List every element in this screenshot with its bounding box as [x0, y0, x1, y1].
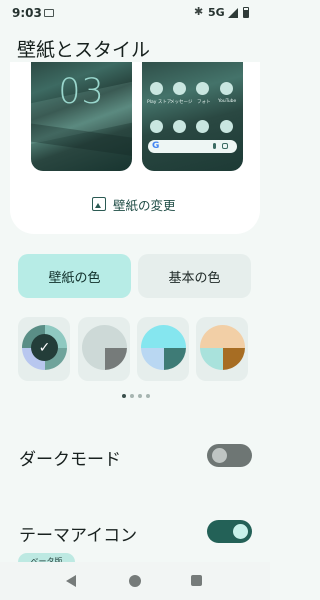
- themed-icons-toggle[interactable]: [207, 520, 252, 543]
- toggle-knob: [233, 524, 248, 539]
- themed-icons-label: テーマアイコン: [19, 526, 138, 546]
- app-label: YouTube: [218, 99, 237, 104]
- notification-icon: [44, 9, 54, 17]
- phone-icon: [150, 120, 163, 133]
- battery-icon: [243, 7, 249, 18]
- google-logo: G: [152, 141, 160, 151]
- signal-icon: [228, 8, 238, 18]
- wallpaper-preview-card: 03 Play ストア メッセージ フォト YouTube G 壁紙の変更: [10, 62, 260, 234]
- back-icon[interactable]: [66, 575, 76, 587]
- wallpaper-icon: [92, 197, 106, 211]
- page-dot: [146, 394, 150, 398]
- chrome-icon: [220, 120, 233, 133]
- home-screen-preview[interactable]: Play ストア メッセージ フォト YouTube G: [142, 62, 243, 171]
- photos-icon: [196, 82, 209, 95]
- color-option-4[interactable]: [196, 317, 248, 381]
- recents-icon[interactable]: [191, 575, 202, 586]
- status-bar: 9:03 ✱ 5G: [0, 0, 270, 28]
- color-swatch: [200, 325, 245, 370]
- lock-clock: 03: [58, 72, 105, 112]
- page-dot: [122, 394, 126, 398]
- network-type: 5G: [208, 6, 225, 19]
- lock-screen-preview[interactable]: 03: [31, 62, 132, 171]
- search-bar: G: [148, 140, 237, 153]
- lens-icon: [222, 143, 228, 149]
- color-option-2[interactable]: [78, 317, 130, 381]
- dark-mode-label: ダークモード: [19, 450, 121, 470]
- home-icon[interactable]: [129, 575, 141, 587]
- color-option-3[interactable]: [137, 317, 189, 381]
- bluetooth-icon: ✱: [194, 5, 204, 18]
- tab-basic-colors[interactable]: 基本の色: [138, 254, 251, 298]
- youtube-icon: [220, 82, 233, 95]
- mic-icon: [213, 143, 216, 149]
- color-swatch: [141, 325, 186, 370]
- app-label: メッセージ: [170, 100, 193, 105]
- app-label: Play ストア: [147, 100, 172, 105]
- page-indicator: [122, 394, 150, 398]
- messages-icon: [173, 82, 186, 95]
- change-wallpaper-label: 壁紙の変更: [113, 197, 176, 213]
- play-store-icon: [150, 82, 163, 95]
- tab-wallpaper-colors[interactable]: 壁紙の色: [18, 254, 131, 298]
- color-swatch: [82, 325, 127, 370]
- dark-mode-toggle[interactable]: [207, 444, 252, 467]
- page-dot: [138, 394, 142, 398]
- gmail-icon: [196, 120, 209, 133]
- page-title: 壁紙とスタイル: [17, 39, 151, 61]
- app-label: フォト: [197, 100, 211, 105]
- change-wallpaper-button[interactable]: 壁紙の変更: [92, 194, 176, 214]
- status-time: 9:03: [12, 6, 42, 20]
- camera-icon: [173, 120, 186, 133]
- navigation-bar: [0, 562, 270, 600]
- page-dot: [130, 394, 134, 398]
- toggle-knob: [212, 448, 227, 463]
- color-option-1[interactable]: ✓: [18, 317, 70, 381]
- check-icon: ✓: [31, 334, 58, 361]
